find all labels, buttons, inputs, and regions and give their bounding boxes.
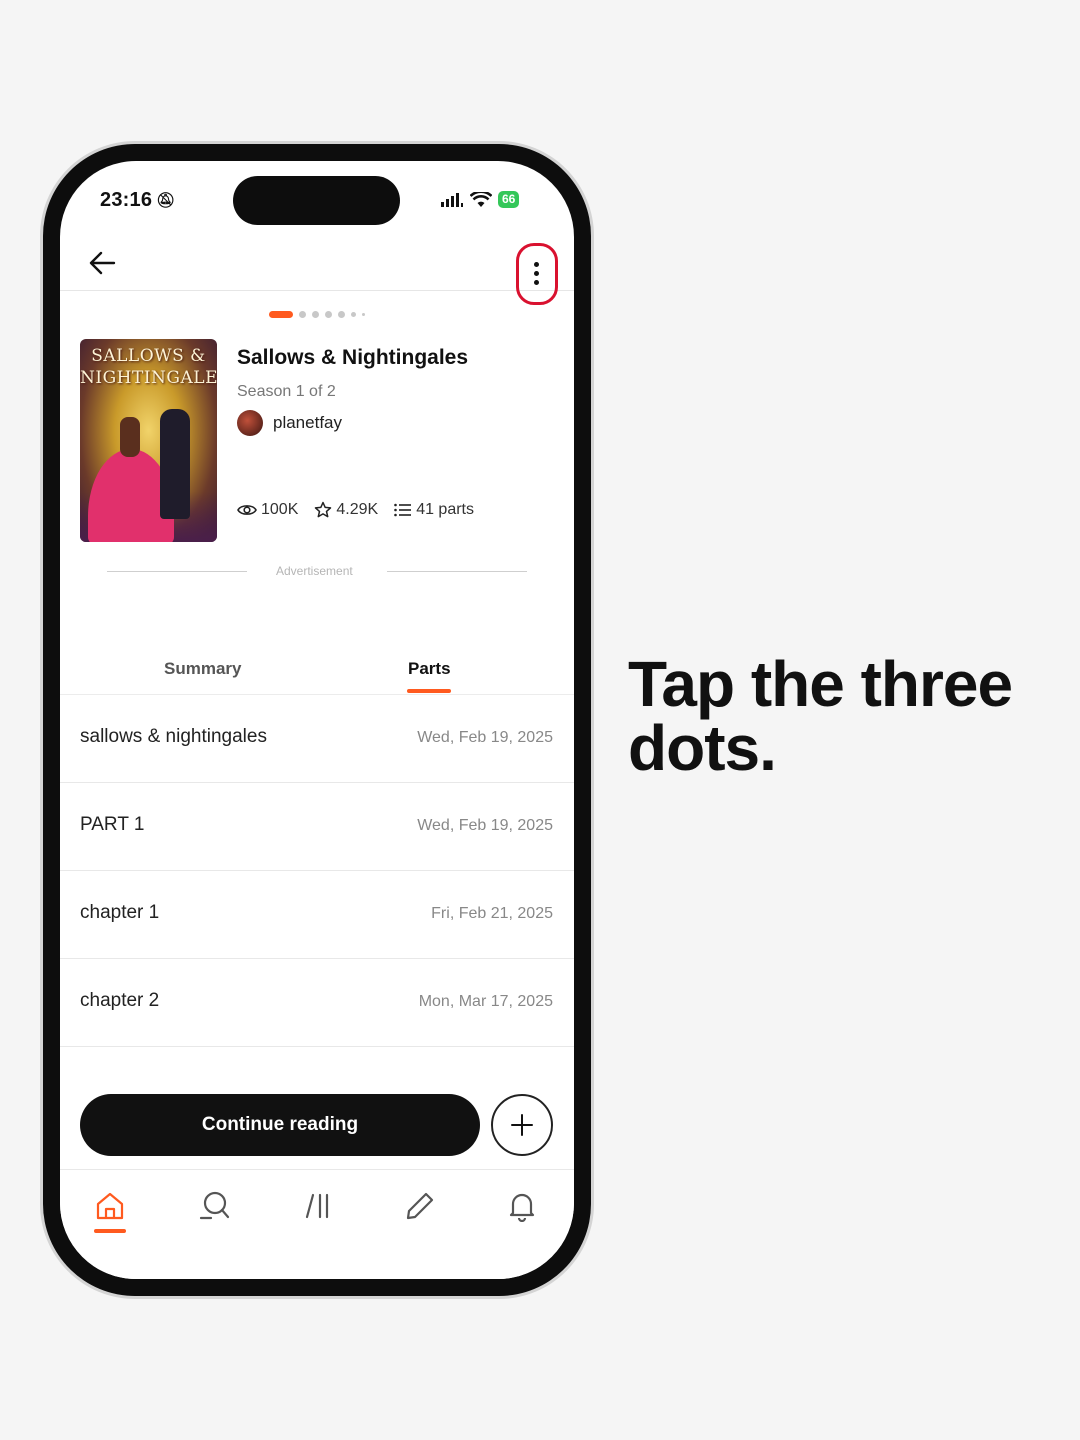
part-title: chapter 2: [80, 990, 160, 1011]
dynamic-island: [233, 176, 400, 225]
status-icons: 66: [440, 191, 520, 208]
add-to-library-button[interactable]: [491, 1094, 553, 1156]
votes-count: 4.29K: [336, 501, 379, 518]
parts-list: sallows & nightingales Wed, Feb 19, 2025…: [60, 695, 574, 1047]
cover-title: SALLOWS & NIGHTINGALES: [80, 346, 217, 388]
nav-active-indicator: [94, 1229, 126, 1233]
pager-dot: [325, 311, 332, 318]
list-item[interactable]: sallows & nightingales Wed, Feb 19, 2025: [60, 695, 574, 783]
battery-indicator: 66: [498, 191, 520, 208]
part-title: sallows & nightingales: [80, 726, 267, 747]
instruction-text: Tap the three dots.: [628, 648, 1013, 784]
more-dot-bottom: [534, 280, 539, 285]
phone-frame: 23:16 🔕︎ 66 SALLOWS & NIGHTINGALES Sallo…: [43, 144, 591, 1296]
list-item[interactable]: PART 1 Wed, Feb 19, 2025: [60, 783, 574, 871]
cellular-signal-icon: [441, 192, 463, 207]
status-time: 23:16 🔕︎: [100, 189, 175, 212]
more-dot-middle: [534, 271, 539, 276]
cover-figure: [120, 417, 140, 457]
reads-count: 100K: [261, 501, 299, 518]
parts-stat: 41 parts: [394, 501, 474, 519]
back-button[interactable]: [84, 245, 120, 281]
nav-home[interactable]: [88, 1184, 132, 1228]
list-icon: [394, 503, 412, 517]
nav-library[interactable]: [296, 1184, 340, 1228]
carousel-indicator: [269, 311, 365, 318]
author-avatar: [237, 410, 263, 436]
library-icon: [305, 1193, 329, 1219]
bottom-navigation: [60, 1169, 574, 1279]
list-item[interactable]: chapter 1 Fri, Feb 21, 2025: [60, 871, 574, 959]
pager-dot: [312, 311, 319, 318]
ad-divider-right: [387, 571, 527, 572]
part-date: Wed, Feb 19, 2025: [417, 729, 553, 746]
advertisement-label: Advertisement: [276, 564, 353, 578]
eye-icon: [237, 505, 257, 515]
nav-notifications[interactable]: [500, 1184, 544, 1228]
nav-write[interactable]: [398, 1184, 442, 1228]
star-icon: [315, 501, 332, 518]
wifi-icon: [470, 191, 492, 207]
nav-search[interactable]: [192, 1184, 236, 1228]
book-stats: 100K 4.29K 41 parts: [237, 501, 490, 519]
tab-parts[interactable]: Parts: [408, 659, 451, 679]
list-item[interactable]: chapter 2 Mon, Mar 17, 2025: [60, 959, 574, 1047]
more-options-button[interactable]: [516, 243, 558, 307]
home-icon: [96, 1192, 124, 1220]
author-name: planetfay: [273, 413, 342, 432]
season-label[interactable]: Season 1 of 2: [237, 383, 336, 401]
status-time-text: 23:16: [100, 189, 153, 211]
pager-dot-active: [269, 311, 293, 318]
parts-count: 41 parts: [416, 501, 474, 518]
arrow-left-icon: [89, 251, 116, 275]
pager-dot: [338, 311, 345, 318]
write-icon: [406, 1192, 434, 1220]
part-title: chapter 1: [80, 902, 160, 923]
pager-dot: [299, 311, 306, 318]
votes-stat: 4.29K: [314, 501, 378, 519]
pager-dot: [351, 312, 356, 317]
book-cover[interactable]: SALLOWS & NIGHTINGALES: [80, 339, 217, 542]
reads-stat: 100K: [237, 501, 298, 519]
part-date: Fri, Feb 21, 2025: [431, 905, 553, 922]
phone-screen: 23:16 🔕︎ 66 SALLOWS & NIGHTINGALES Sallo…: [60, 161, 574, 1279]
cover-figure-man: [160, 409, 190, 519]
ad-divider-left: [107, 571, 247, 572]
continue-reading-button[interactable]: Continue reading: [80, 1094, 480, 1156]
top-bar: [60, 233, 574, 305]
pager-dot: [362, 313, 365, 316]
tab-bar: Summary Parts: [60, 651, 574, 695]
part-date: Mon, Mar 17, 2025: [418, 993, 553, 1010]
more-dots-icon: [534, 262, 539, 267]
bell-muted-icon: 🔕︎: [156, 192, 176, 209]
search-icon: [199, 1191, 230, 1220]
part-date: Wed, Feb 19, 2025: [417, 817, 553, 834]
tab-summary[interactable]: Summary: [164, 659, 241, 679]
tab-active-indicator: [407, 689, 451, 693]
author-link[interactable]: planetfay: [237, 410, 342, 436]
part-title: PART 1: [80, 814, 145, 835]
book-title: Sallows & Nightingales: [237, 346, 469, 369]
notifications-icon: [509, 1193, 535, 1222]
plus-icon: [511, 1114, 533, 1136]
